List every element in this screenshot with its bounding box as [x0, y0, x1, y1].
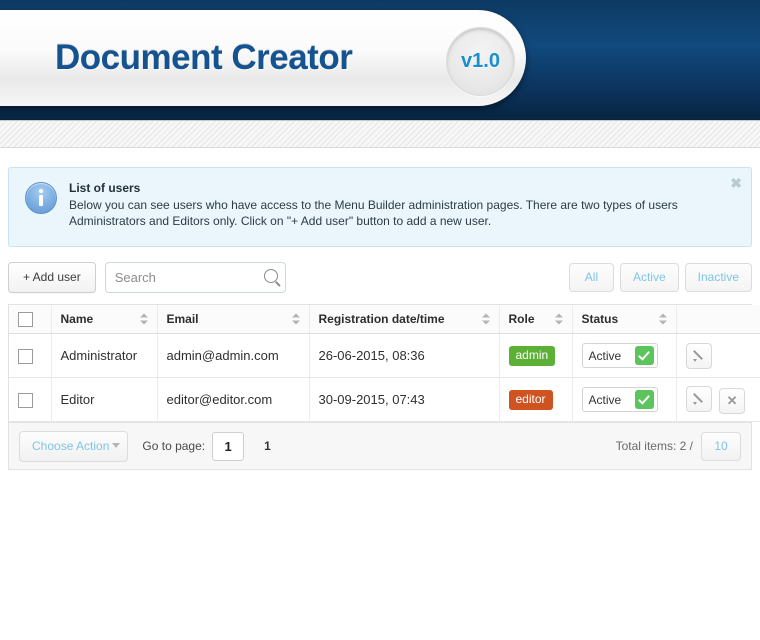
- version-label: v1.0: [461, 50, 500, 72]
- cell-email: admin@admin.com: [157, 333, 310, 378]
- column-header-status[interactable]: Status: [572, 305, 677, 334]
- choose-action-dropdown[interactable]: Choose Action: [19, 430, 129, 462]
- sort-icon[interactable]: [291, 313, 301, 326]
- column-label-status: Status: [581, 312, 619, 326]
- status-toggle[interactable]: Active: [581, 343, 658, 368]
- filter-inactive-button[interactable]: Inactive: [684, 262, 752, 292]
- table-body: Administrator admin@admin.com 26-06-2015…: [9, 333, 760, 422]
- info-banner-body: Below you can see users who have access …: [69, 198, 678, 228]
- info-icon: [25, 182, 57, 214]
- chevron-down-icon: [112, 442, 121, 448]
- table-header-row: Name Email Registration date/time Role S…: [9, 305, 760, 334]
- page-background: [0, 470, 760, 640]
- filter-group: All Active Inactive: [563, 262, 752, 292]
- column-label-email: Email: [166, 312, 199, 326]
- cell-name: Editor: [51, 377, 158, 422]
- status-label: Active: [588, 348, 622, 363]
- select-all-header: [9, 305, 52, 334]
- content-area: List of users Below you can see users wh…: [0, 167, 760, 470]
- cell-role: admin: [499, 333, 573, 378]
- version-badge: v1.0: [446, 27, 515, 96]
- table-row: Editor editor@editor.com 30-09-2015, 07:…: [9, 377, 760, 422]
- row-checkbox[interactable]: [18, 348, 33, 364]
- cell-actions: [676, 333, 760, 378]
- users-table-container: Name Email Registration date/time Role S…: [8, 304, 760, 422]
- table-header: Name Email Registration date/time Role S…: [9, 305, 760, 334]
- users-table: Name Email Registration date/time Role S…: [9, 305, 760, 422]
- pagination-bar: Choose Action Go to page: 1 Total items:…: [8, 422, 752, 470]
- search-icon[interactable]: [263, 268, 278, 283]
- choose-action-label: Choose Action: [32, 439, 110, 453]
- delete-button[interactable]: ✕: [719, 387, 746, 414]
- goto-page-label: Go to page:: [142, 439, 206, 453]
- per-page-selector[interactable]: 10: [701, 431, 741, 461]
- cell-name: Administrator: [51, 333, 158, 378]
- sort-icon[interactable]: [554, 313, 564, 326]
- role-badge: editor: [508, 389, 553, 410]
- cell-date: 26-06-2015, 08:36: [309, 333, 500, 378]
- column-label-name: Name: [60, 312, 94, 326]
- goto-page-input[interactable]: [212, 431, 245, 461]
- edit-button[interactable]: [685, 385, 712, 412]
- striped-divider: [0, 120, 760, 148]
- close-icon[interactable]: ✖: [730, 176, 742, 190]
- cell-actions: ✕: [676, 377, 760, 422]
- role-badge: admin: [508, 345, 556, 366]
- status-toggle[interactable]: Active: [581, 387, 658, 412]
- app-header: Document Creator v1.0: [0, 0, 760, 120]
- pencil-icon: [692, 392, 705, 405]
- add-user-button[interactable]: + Add user: [8, 261, 96, 293]
- row-checkbox[interactable]: [18, 392, 33, 408]
- column-header-email[interactable]: Email: [157, 305, 310, 334]
- app-title: Document Creator: [55, 38, 353, 77]
- app-page: Document Creator v1.0 List of users Belo…: [0, 0, 760, 640]
- edit-button[interactable]: [685, 342, 712, 369]
- column-header-actions: [676, 305, 760, 334]
- total-items-label: Total items: 2 /: [615, 439, 693, 453]
- sort-icon[interactable]: [139, 313, 149, 326]
- filter-active-button[interactable]: Active: [619, 262, 679, 292]
- column-label-date: Registration date/time: [318, 312, 445, 326]
- search-input[interactable]: [104, 261, 286, 293]
- sort-icon[interactable]: [481, 313, 491, 326]
- pencil-icon: [692, 349, 705, 362]
- table-row: Administrator admin@admin.com 26-06-2015…: [9, 333, 760, 378]
- filter-all-button[interactable]: All: [568, 262, 614, 292]
- column-header-date[interactable]: Registration date/time: [309, 305, 500, 334]
- info-banner-title: List of users: [69, 181, 141, 195]
- cell-status: Active: [572, 333, 677, 378]
- row-select-cell: [9, 377, 52, 422]
- cell-role: editor: [499, 377, 573, 422]
- row-select-cell: [9, 333, 52, 378]
- page-number[interactable]: 1: [264, 439, 271, 453]
- close-icon: ✕: [726, 393, 738, 408]
- column-header-name[interactable]: Name: [51, 305, 158, 334]
- select-all-checkbox[interactable]: [18, 311, 33, 327]
- search-box: [104, 261, 286, 293]
- toolbar: + Add user All Active Inactive: [8, 261, 752, 293]
- cell-date: 30-09-2015, 07:43: [309, 377, 500, 422]
- column-label-role: Role: [508, 312, 535, 326]
- cell-status: Active: [572, 377, 677, 422]
- cell-email: editor@editor.com: [157, 377, 310, 422]
- total-items-group: Total items: 2 / 10: [615, 431, 741, 461]
- info-banner-text: List of users Below you can see users wh…: [69, 180, 717, 229]
- check-icon: [634, 346, 654, 365]
- info-banner: List of users Below you can see users wh…: [8, 167, 752, 247]
- sort-icon[interactable]: [658, 313, 668, 326]
- check-icon: [634, 390, 654, 409]
- column-header-role[interactable]: Role: [499, 305, 573, 334]
- status-label: Active: [588, 392, 622, 407]
